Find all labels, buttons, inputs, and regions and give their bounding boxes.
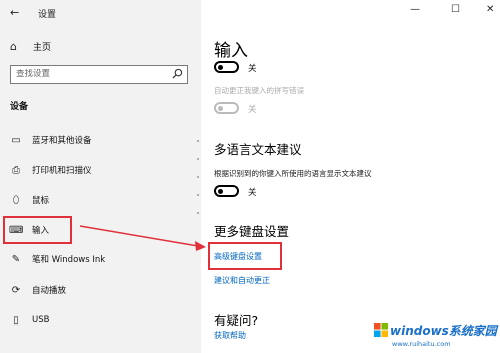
sidebar-item-autoplay[interactable]: ⟳ 自动播放 [0, 280, 201, 300]
window-title: 设置 [38, 10, 57, 20]
watermark: windows系统家园 www.ruihaitu.com [374, 320, 500, 353]
advanced-keyboard-settings-link[interactable]: 高级键盘设置 [214, 251, 262, 262]
page-title: 输入 [214, 41, 248, 61]
sidebar-item-label: 蓝牙和其他设备 [32, 136, 92, 146]
close-icon[interactable]: ✕ [486, 4, 494, 15]
autocorrect-state-label: 关 [248, 105, 257, 115]
toggle-switch[interactable] [214, 61, 239, 73]
autoplay-icon: ⟳ [11, 284, 21, 296]
autocorrect-label: 自动更正我键入的拼写错误 [214, 86, 304, 95]
sidebar-item-label: 打印机和扫描仪 [32, 166, 92, 176]
search-box[interactable] [10, 65, 188, 84]
watermark-text: windows系统家园 [390, 324, 497, 338]
sidebar-item-label: 自动播放 [32, 286, 67, 296]
sidebar-item-mouse[interactable]: ⬯ 鼠标 [0, 190, 201, 210]
maximize-icon[interactable]: ☐ [451, 4, 460, 15]
scrollbar-dot [197, 212, 199, 214]
scrollbar-dot [197, 176, 199, 178]
bluetooth-devices-icon: ▭ [11, 134, 21, 146]
mouse-icon: ⬯ [12, 194, 20, 206]
home-nav-item[interactable]: ⌂ 主页 [10, 39, 51, 53]
back-arrow-icon[interactable]: ← [10, 6, 19, 19]
sidebar-item-label: USB [32, 315, 50, 325]
multilang-toggle[interactable] [214, 185, 239, 197]
multilang-description: 根据识别到的你键入所使用的语言显示文本建议 [214, 169, 372, 178]
sidebar-item-label: 输入 [32, 226, 50, 236]
sidebar-item-typing[interactable]: ⌨ 输入 [0, 220, 201, 240]
usb-icon: ▯ [13, 314, 19, 326]
sidebar-item-bluetooth[interactable]: ▭ 蓝牙和其他设备 [0, 130, 201, 150]
more-keyboard-heading: 更多键盘设置 [214, 224, 290, 239]
sidebar-item-pen[interactable]: ✎ 笔和 Windows Ink [0, 249, 201, 269]
pen-icon: ✎ [11, 253, 21, 265]
help-heading: 有疑问? [214, 313, 259, 328]
sidebar-item-label: 笔和 Windows Ink [32, 255, 106, 265]
sidebar-item-printers[interactable]: ⎙ 打印机和扫描仪 [0, 160, 201, 180]
watermark-url: www.ruihaitu.com [392, 340, 451, 348]
scrollbar-dot [197, 194, 199, 196]
minimize-icon[interactable]: — [410, 4, 420, 15]
multilang-state-label: 关 [248, 188, 257, 198]
home-icon: ⌂ [10, 39, 17, 53]
printer-icon: ⎙ [12, 164, 20, 176]
multilang-heading: 多语言文本建议 [214, 142, 302, 157]
sidebar: ← 设置 ⌂ 主页 设备 ▭ 蓝牙和其他设备 ⎙ 打印机和扫描仪 ⬯ 鼠标 ⌨ … [0, 0, 201, 353]
sidebar-item-usb[interactable]: ▯ USB [0, 310, 201, 330]
toggle-state-label: 关 [248, 64, 257, 74]
suggestions-autocorrect-link[interactable]: 建议和自动更正 [214, 275, 270, 286]
sidebar-item-label: 鼠标 [32, 196, 50, 206]
home-label: 主页 [33, 42, 52, 53]
autocorrect-toggle [214, 102, 239, 114]
search-icon[interactable] [172, 68, 183, 79]
section-label-devices: 设备 [10, 102, 29, 112]
keyboard-icon: ⌨ [9, 224, 24, 236]
scrollbar-dot [197, 140, 199, 142]
get-help-link[interactable]: 获取帮助 [214, 330, 246, 341]
scrollbar-dot [197, 158, 199, 160]
windows-logo-icon [374, 323, 389, 338]
search-input[interactable] [16, 69, 166, 79]
